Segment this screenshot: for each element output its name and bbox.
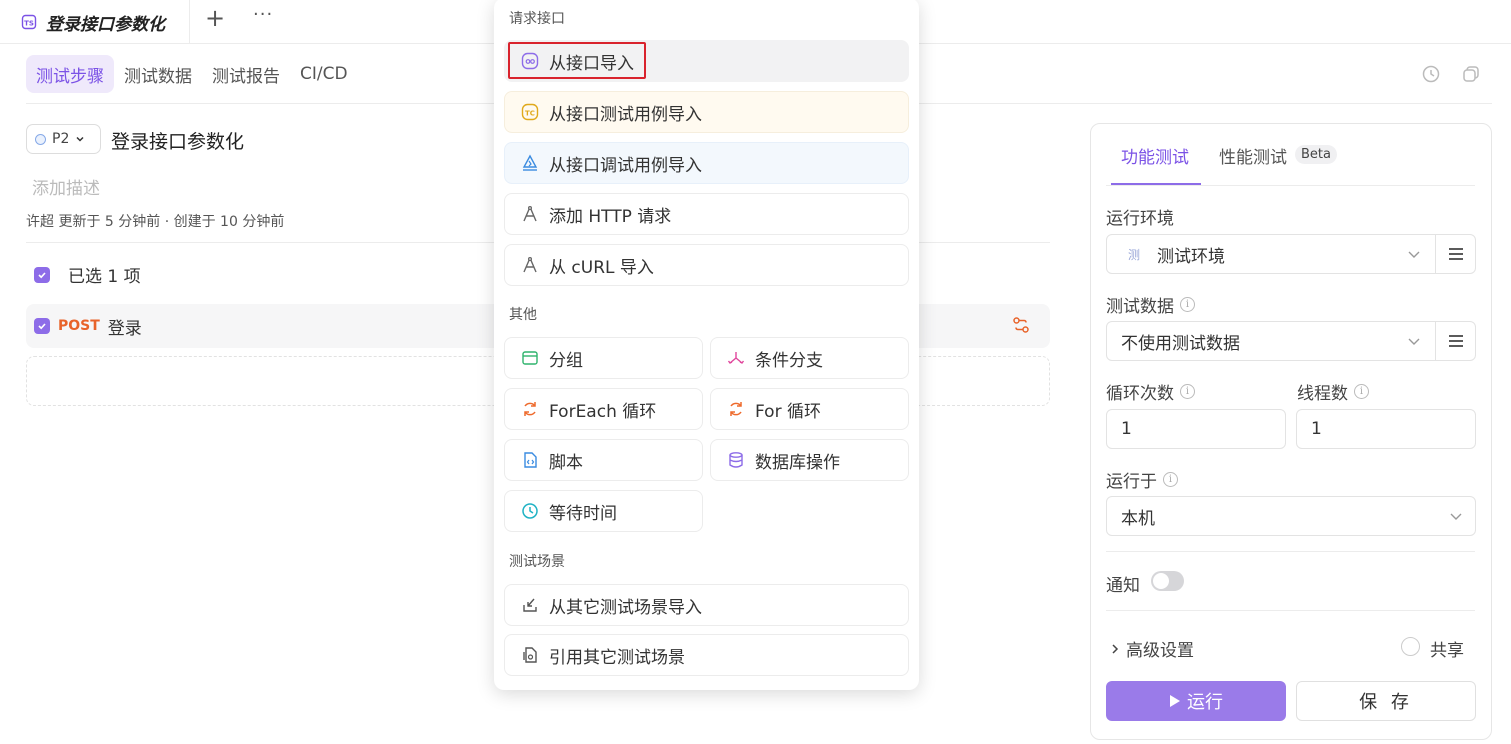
menu-item-script[interactable]: 脚本 [504,439,703,481]
menu-item-wait[interactable]: 等待时间 [504,490,703,532]
toggle-knob [1153,573,1169,589]
test-data-manage-button[interactable] [1435,322,1475,360]
loop-count-label: 循环次数 i [1106,379,1195,404]
info-icon: i [1180,297,1195,312]
env-badge: 测 [1127,247,1140,262]
link-api-icon[interactable] [1012,316,1030,338]
checkbox-checked-icon[interactable] [34,266,50,283]
svg-text:TC: TC [525,109,535,117]
notify-toggle[interactable] [1151,571,1184,591]
info-icon: i [1163,472,1178,487]
chevron-down-icon [76,136,84,142]
env-manage-button[interactable] [1435,235,1475,273]
menu-item-import-debug-case[interactable]: 从接口调试用例导入 [504,142,909,184]
run-on-select[interactable]: 本机 [1106,496,1476,536]
description-input[interactable]: 添加描述 [32,174,100,199]
section-title-other: 其他 [509,307,537,323]
history-icon[interactable] [1421,64,1441,84]
highlight-box [508,42,646,79]
ts-file-icon: TS [20,13,38,31]
env-value: 测试环境 [1157,246,1225,267]
share-checkbox[interactable] [1401,637,1420,656]
run-button[interactable]: 运行 [1106,681,1286,721]
database-icon [727,451,745,469]
menu-item-import-api-testcase[interactable]: TC 从接口测试用例导入 [504,91,909,133]
chevron-down-icon [1408,338,1420,345]
tab-test-report[interactable]: 测试报告 [202,55,290,93]
case-title[interactable]: 登录接口参数化 [111,127,244,154]
method-badge: POST [58,318,100,334]
copy-icon[interactable] [1461,64,1481,84]
info-icon: i [1180,384,1195,399]
beta-badge: Beta [1295,145,1337,164]
debug-case-icon [521,154,539,172]
svg-text:TS: TS [24,20,34,28]
http-request-icon [521,205,539,223]
menu-item-foreach[interactable]: ForEach 循环 [504,388,703,430]
reference-icon [521,646,539,664]
tab-test-data[interactable]: 测试数据 [114,55,202,93]
doc-tab-title: 登录接口参数化 [46,14,165,35]
foreach-loop-icon [521,400,539,418]
doc-tab[interactable]: TS 登录接口参数化 [4,0,190,44]
testcase-icon: TC [521,103,539,121]
divider [1106,185,1475,186]
divider [1106,551,1475,552]
advanced-settings-toggle[interactable]: 高级设置 [1110,636,1194,661]
case-meta: 许超 更新于 5 分钟前 · 创建于 10 分钟前 [26,214,285,230]
thread-count-label: 线程数 i [1297,379,1369,404]
tab-test-steps[interactable]: 测试步骤 [26,55,114,93]
menu-item-import-curl[interactable]: 从 cURL 导入 [504,244,909,286]
selection-bar: 已选 1 项 [34,262,141,287]
curl-icon [521,256,539,274]
test-data-select[interactable]: 不使用测试数据 [1106,321,1476,361]
script-icon [521,451,539,469]
run-on-label: 运行于 i [1106,467,1178,492]
menu-item-group[interactable]: 分组 [504,337,703,379]
menu-item-condition[interactable]: 条件分支 [710,337,909,379]
info-icon: i [1354,384,1369,399]
menu-item-reference-scene[interactable]: 引用其它测试场景 [504,634,909,676]
divider [1106,610,1475,611]
priority-dot-icon [35,133,46,145]
tab-cicd[interactable]: CI/CD [290,55,358,93]
menu-item-add-http[interactable]: 添加 HTTP 请求 [504,193,909,235]
section-title-api: 请求接口 [509,11,565,27]
hamburger-icon [1448,335,1463,347]
menu-item-import-scene[interactable]: 从其它测试场景导入 [504,584,909,626]
notify-label: 通知 [1106,576,1140,596]
thread-count-input[interactable]: 1 [1296,409,1476,449]
selected-count: 已选 1 项 [68,267,141,287]
share-label: 共享 [1430,641,1464,661]
test-data-label: 测试数据 i [1106,292,1195,317]
save-button[interactable]: 保 存 [1296,681,1476,721]
step-name: 登录 [107,318,142,339]
chevron-down-icon [1450,513,1462,520]
menu-item-for-loop[interactable]: For 循环 [710,388,909,430]
play-icon [1170,695,1180,707]
priority-value: P2 [52,131,70,147]
import-icon [521,596,539,614]
tab-functional-test[interactable]: 功能测试 [1121,143,1189,168]
add-tab-button[interactable]: + [203,4,227,32]
menu-item-database[interactable]: 数据库操作 [710,439,909,481]
chevron-right-icon [1112,643,1119,654]
env-select[interactable]: 测 测试环境 [1106,234,1476,274]
test-data-value: 不使用测试数据 [1121,333,1240,354]
sub-tabs: 测试步骤 测试数据 测试报告 CI/CD [26,55,358,93]
section-title-scene: 测试场景 [509,554,565,570]
for-loop-icon [727,400,745,418]
group-icon [521,349,539,367]
priority-select[interactable]: P2 [26,124,101,154]
branch-icon [727,349,745,367]
env-label: 运行环境 [1106,209,1174,229]
clock-icon [521,502,539,520]
checkbox-checked-icon[interactable] [34,318,50,334]
more-tabs-button[interactable]: ··· [253,4,273,25]
chevron-down-icon [1408,251,1420,258]
loop-count-input[interactable]: 1 [1106,409,1286,449]
tab-performance-test[interactable]: 性能测试 [1219,143,1287,168]
hamburger-icon [1448,248,1463,260]
